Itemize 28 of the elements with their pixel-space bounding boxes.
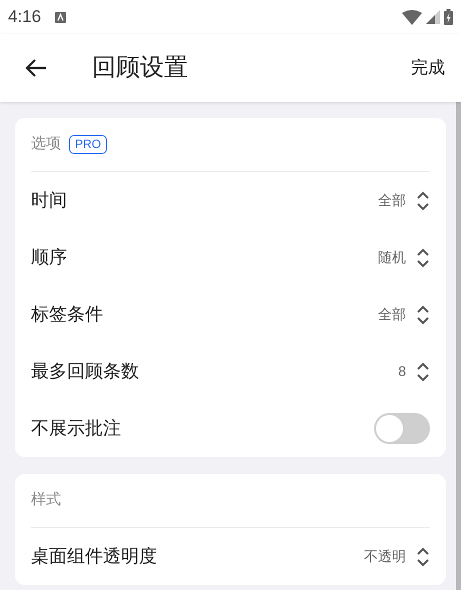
section-header: 选项 xyxy=(31,134,61,154)
page-title: 回顾设置 xyxy=(92,53,188,83)
up-down-chevron-icon xyxy=(416,248,430,268)
pro-badge: PRO xyxy=(69,135,108,154)
up-down-chevron-icon xyxy=(416,546,430,566)
setting-label: 最多回顾条数 xyxy=(31,360,139,383)
setting-select[interactable]: 随机 xyxy=(378,247,430,268)
up-down-chevron-icon xyxy=(416,190,430,210)
setting-label: 不展示批注 xyxy=(31,417,121,440)
setting-select[interactable]: 8 xyxy=(398,361,430,382)
notification-icon xyxy=(55,12,66,22)
setting-select[interactable]: 全部 xyxy=(378,304,430,325)
setting-select[interactable]: 不透明 xyxy=(364,546,430,567)
up-down-chevron-icon xyxy=(416,304,430,324)
status-time: 4:16 xyxy=(8,6,42,28)
setting-label: 时间 xyxy=(31,189,67,212)
done-button[interactable]: 完成 xyxy=(411,55,445,81)
toggle-switch[interactable] xyxy=(374,413,430,444)
setting-label: 桌面组件透明度 xyxy=(31,545,157,568)
back-arrow-icon xyxy=(25,58,47,78)
up-down-chevron-icon xyxy=(416,362,430,382)
setting-select[interactable]: 全部 xyxy=(378,190,430,211)
wifi-icon xyxy=(402,10,422,24)
signal-icon xyxy=(426,10,440,24)
setting-label: 顺序 xyxy=(31,246,67,269)
section-header: 样式 xyxy=(31,490,61,510)
battery-icon xyxy=(444,9,453,25)
setting-label: 标签条件 xyxy=(31,303,103,326)
